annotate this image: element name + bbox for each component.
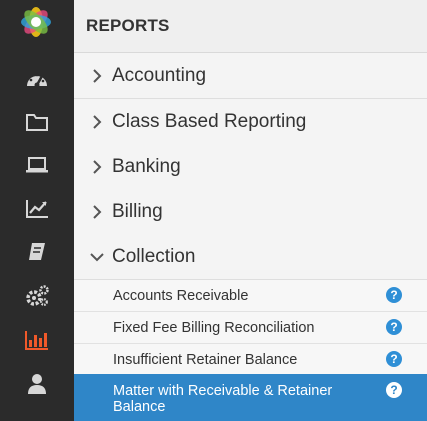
nav-library[interactable]: [0, 233, 74, 271]
help-icon[interactable]: ?: [386, 287, 402, 303]
report-label: Fixed Fee Billing Reconciliation: [113, 319, 315, 336]
nav-devices[interactable]: [0, 146, 74, 184]
category-label: Collection: [112, 245, 196, 267]
chevron-down-icon: [82, 252, 112, 262]
category-label: Billing: [112, 200, 163, 222]
chevron-right-icon: [82, 68, 112, 83]
category-accounting[interactable]: Accounting: [74, 53, 427, 99]
laptop-icon: [26, 157, 48, 173]
report-label: Matter with Receivable & Retainer Balanc…: [113, 382, 333, 415]
book-icon: [29, 243, 45, 260]
reports-app: REPORTS Accounting Class Based Reporting…: [0, 0, 427, 421]
app-logo[interactable]: [14, 2, 58, 42]
nav-matters[interactable]: [0, 103, 74, 141]
reports-panel: REPORTS Accounting Class Based Reporting…: [74, 0, 427, 421]
category-label: Class Based Reporting: [112, 110, 307, 132]
report-item-insufficient-retainer-balance[interactable]: Insufficient Retainer Balance ?: [74, 344, 427, 376]
category-label: Banking: [112, 155, 181, 177]
help-icon[interactable]: ?: [386, 382, 402, 398]
report-item-fixed-fee-billing-reconciliation[interactable]: Fixed Fee Billing Reconciliation ?: [74, 312, 427, 344]
bar-chart-icon: [25, 331, 48, 350]
sidebar-rail: [0, 0, 74, 421]
nav-analytics[interactable]: [0, 190, 74, 228]
category-billing[interactable]: Billing: [74, 189, 427, 235]
report-item-accounts-receivable[interactable]: Accounts Receivable ?: [74, 280, 427, 312]
gears-icon: [26, 285, 49, 306]
category-collection[interactable]: Collection: [74, 234, 427, 280]
nav-reports[interactable]: [0, 321, 74, 359]
category-label: Accounting: [112, 64, 207, 86]
chart-line-icon: [26, 200, 48, 218]
page-title: REPORTS: [86, 16, 170, 35]
help-icon[interactable]: ?: [386, 351, 402, 367]
report-label: Insufficient Retainer Balance: [113, 351, 298, 368]
dashboard-icon: [27, 73, 47, 88]
report-label: Accounts Receivable: [113, 287, 249, 304]
folder-icon: [26, 114, 48, 131]
nav-settings[interactable]: [0, 277, 74, 315]
category-class-based-reporting[interactable]: Class Based Reporting: [74, 99, 427, 145]
reports-header: REPORTS: [74, 0, 427, 53]
nav-dashboard[interactable]: [0, 60, 74, 98]
category-banking[interactable]: Banking: [74, 144, 427, 190]
nav-account[interactable]: [0, 365, 74, 403]
report-item-matter-receivable-retainer-balance[interactable]: Matter with Receivable & Retainer Balanc…: [74, 374, 427, 421]
user-icon: [28, 374, 46, 394]
chevron-right-icon: [82, 159, 112, 174]
chevron-right-icon: [82, 204, 112, 219]
chevron-right-icon: [82, 114, 112, 129]
help-icon[interactable]: ?: [386, 319, 402, 335]
